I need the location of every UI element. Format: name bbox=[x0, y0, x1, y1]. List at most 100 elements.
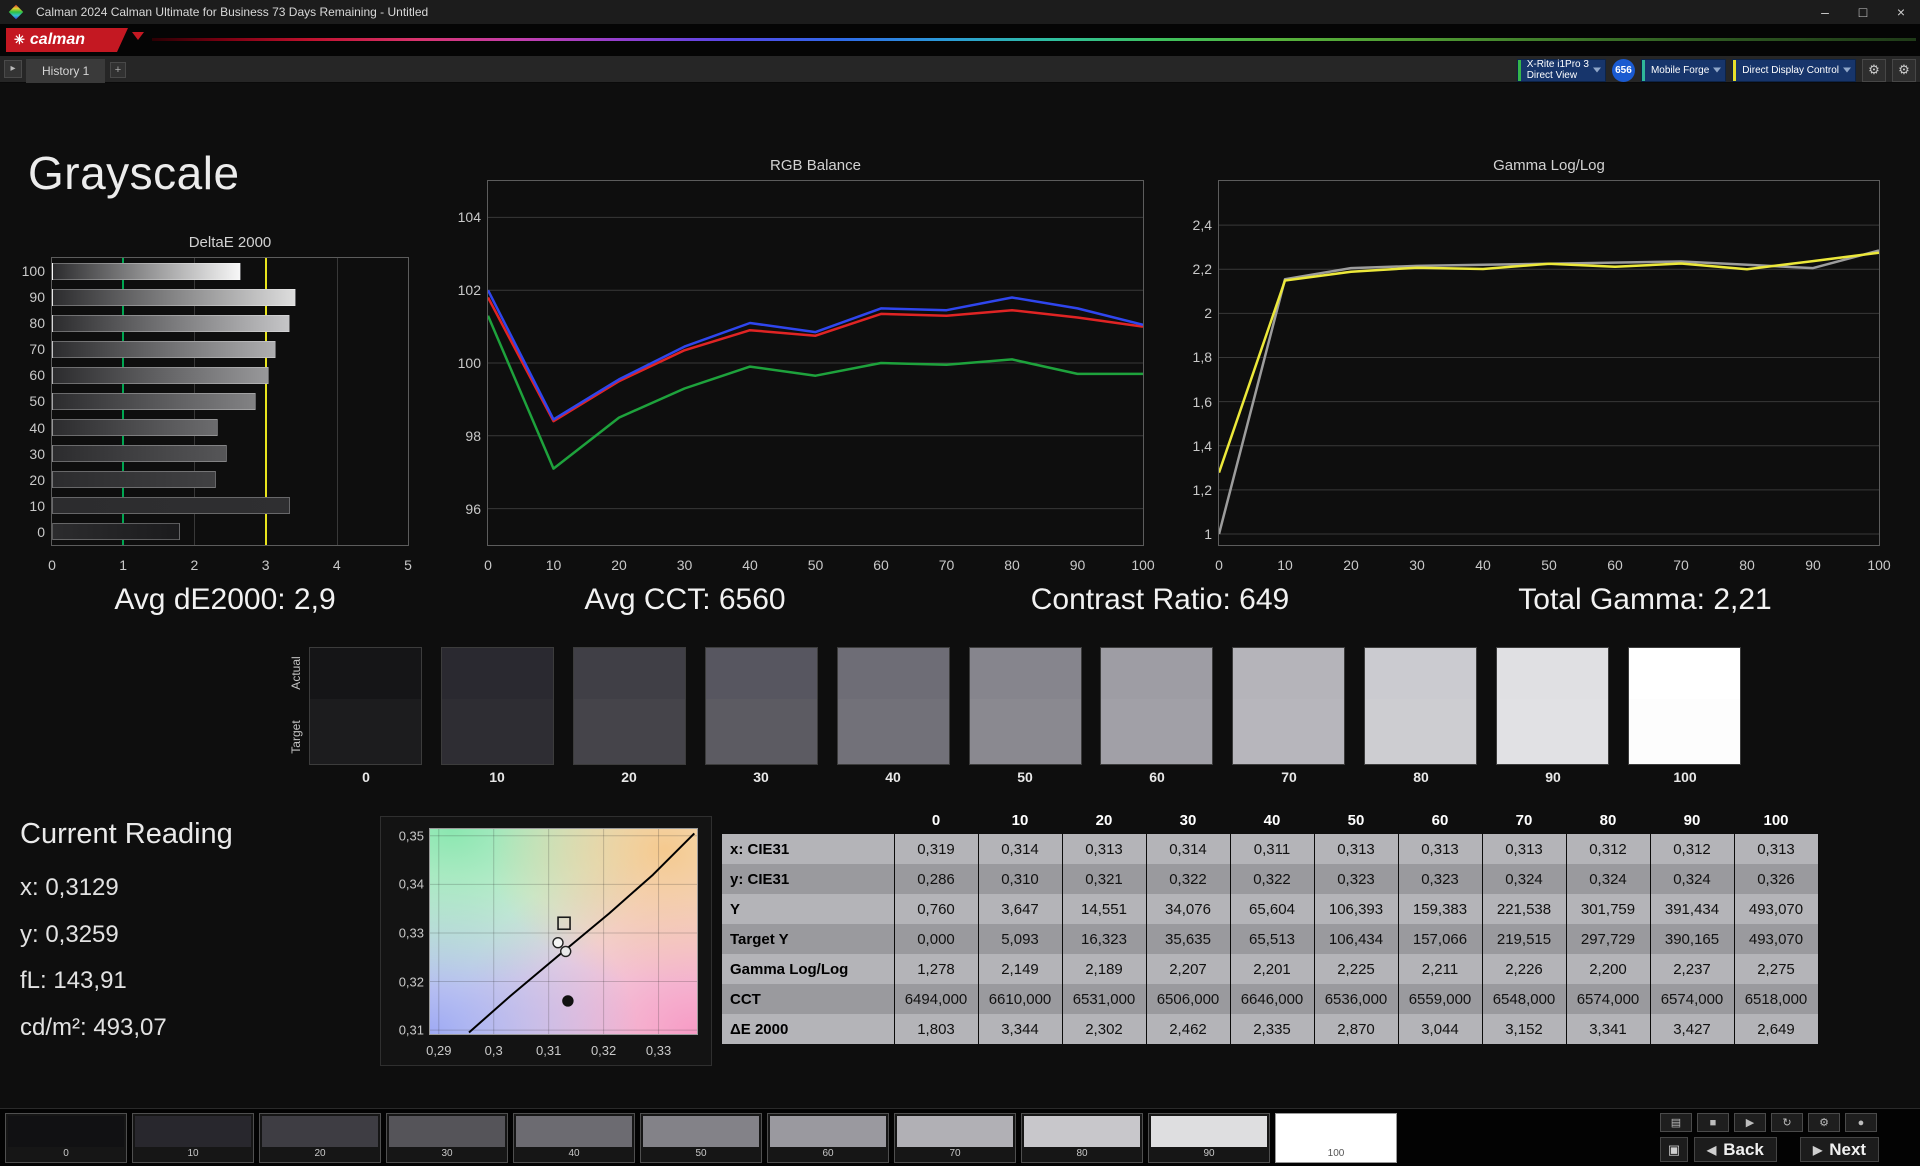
axis-tick-label: 20 bbox=[1343, 557, 1359, 573]
axis-tick-label: 90 bbox=[29, 289, 45, 305]
footer-control-button[interactable]: ● bbox=[1845, 1113, 1877, 1132]
cie-chromaticity-chart: 0,29 0,3 0,31 0,32 0,33 0,35 0,34 0,33 0,32 0,31 bbox=[399, 828, 698, 1058]
table-cell: 1,278 bbox=[894, 954, 979, 984]
main-menu-dropdown-icon[interactable] bbox=[132, 32, 144, 40]
control-icon: ● bbox=[1857, 1116, 1865, 1129]
session-count-badge[interactable]: 656 bbox=[1611, 58, 1635, 82]
axis-tick-label: 30 bbox=[1409, 557, 1425, 573]
history-panel-arrow-icon[interactable]: ▸ bbox=[4, 60, 22, 78]
footer-control-button[interactable]: ■ bbox=[1697, 1113, 1729, 1132]
deltae-bar bbox=[52, 341, 276, 358]
table-row: x: CIE31 0,319 0,314 0,313 0,314 0,311 0,313 0,… bbox=[722, 834, 1819, 864]
actual-patch bbox=[1233, 648, 1344, 700]
actual-patch bbox=[310, 648, 421, 700]
axis-tick-label: 90 bbox=[1805, 557, 1821, 573]
table-cell: 0,313 bbox=[1314, 834, 1399, 864]
settings-button[interactable]: ⚙ bbox=[1862, 58, 1886, 82]
table-cell: 297,729 bbox=[1566, 924, 1651, 954]
axis-tick-label: 0 bbox=[37, 524, 45, 540]
meter-name: X-Rite i1Pro 3 bbox=[1526, 59, 1589, 70]
pattern-level-label: 100 bbox=[1327, 1148, 1345, 1159]
back-button[interactable]: ◀ Back bbox=[1694, 1137, 1777, 1162]
table-cell: 0,314 bbox=[1146, 834, 1231, 864]
deltae-bar bbox=[52, 523, 180, 540]
pattern-level-label: 50 bbox=[695, 1148, 707, 1159]
axis-tick-label: 1,4 bbox=[1192, 437, 1212, 454]
pattern-color-swatch bbox=[8, 1116, 124, 1147]
pattern-level-button[interactable]: 40 bbox=[513, 1113, 635, 1163]
add-tab-icon[interactable]: + bbox=[110, 62, 126, 78]
table-cell: 0,322 bbox=[1146, 864, 1231, 894]
axis-tick-label: 70 bbox=[938, 557, 955, 573]
axis-tick-label: 1 bbox=[1204, 525, 1212, 542]
table-row: ΔE 2000 1,803 3,344 2,302 2,462 2,335 2,870 3,0… bbox=[722, 1014, 1819, 1044]
target-patch bbox=[1101, 699, 1212, 764]
table-cell: 0,322 bbox=[1230, 864, 1315, 894]
table-cell: 0,000 bbox=[894, 924, 979, 954]
table-cell: 6548,000 bbox=[1482, 984, 1567, 1014]
axis-tick-label: 100 bbox=[457, 355, 481, 371]
row-label: y: CIE31 bbox=[722, 864, 895, 894]
pattern-color-swatch bbox=[897, 1116, 1013, 1147]
axis-tick-label: 2,2 bbox=[1192, 261, 1212, 278]
axis-tick-label: 60 bbox=[29, 367, 45, 383]
axis-tick-label: 2 bbox=[1204, 305, 1212, 322]
footer-control-button[interactable]: ↻ bbox=[1771, 1113, 1803, 1132]
next-button[interactable]: ▶ Next bbox=[1800, 1137, 1880, 1162]
calman-logo[interactable]: ✳ calman bbox=[6, 28, 128, 52]
table-cell: 157,066 bbox=[1398, 924, 1483, 954]
footer-control-button[interactable]: ⚙ bbox=[1808, 1113, 1840, 1132]
gray-patch bbox=[1496, 647, 1609, 765]
minimize-icon[interactable]: – bbox=[1806, 0, 1844, 24]
gray-patch bbox=[1364, 647, 1477, 765]
pattern-level-label: 90 bbox=[1203, 1148, 1215, 1159]
gray-level-label: 20 bbox=[621, 769, 637, 785]
actual-patch bbox=[838, 648, 949, 700]
footer-control-button[interactable]: ▶ bbox=[1734, 1113, 1766, 1132]
footer-control-button[interactable]: ▤ bbox=[1660, 1113, 1692, 1132]
table-cell: 3,427 bbox=[1650, 1014, 1735, 1044]
pattern-level-button[interactable]: 70 bbox=[894, 1113, 1016, 1163]
table-cell: 2,226 bbox=[1482, 954, 1567, 984]
pattern-level-button[interactable]: 10 bbox=[132, 1113, 254, 1163]
row-label: ΔE 2000 bbox=[722, 1014, 895, 1044]
app-icon bbox=[8, 4, 24, 20]
column-header: 100 bbox=[1763, 811, 1789, 829]
table-cell: 2,149 bbox=[978, 954, 1063, 984]
display-control-button[interactable]: Direct Display Control bbox=[1732, 58, 1856, 82]
pattern-level-button[interactable]: 100 bbox=[1275, 1113, 1397, 1163]
pattern-color-swatch bbox=[1024, 1116, 1140, 1147]
table-cell: 35,635 bbox=[1146, 924, 1231, 954]
gray-patch bbox=[309, 647, 422, 765]
gray-patch bbox=[441, 647, 554, 765]
actual-row-label: Actual bbox=[289, 656, 303, 690]
pattern-level-button[interactable]: 90 bbox=[1148, 1113, 1270, 1163]
table-cell: 1,803 bbox=[894, 1014, 979, 1044]
pattern-level-button[interactable]: 0 bbox=[5, 1113, 127, 1163]
meter-select-button[interactable]: X-Rite i1Pro 3 Direct View bbox=[1516, 58, 1606, 82]
axis-tick-label: 2 bbox=[190, 557, 199, 573]
table-cell: 6531,000 bbox=[1062, 984, 1147, 1014]
maximize-icon[interactable]: □ bbox=[1844, 0, 1882, 24]
pattern-window-button[interactable]: ▣ bbox=[1660, 1137, 1688, 1162]
table-cell: 0,310 bbox=[978, 864, 1063, 894]
actual-patch bbox=[1101, 648, 1212, 700]
gray-level-label: 100 bbox=[1673, 769, 1697, 785]
tab-history-1[interactable]: History 1 bbox=[26, 59, 106, 83]
reading-cdm2: cd/m²: 493,07 bbox=[20, 1014, 167, 1041]
pattern-level-button[interactable]: 80 bbox=[1021, 1113, 1143, 1163]
target-patch bbox=[442, 699, 553, 764]
total-gamma-stat: Total Gamma: 2,21 bbox=[1518, 583, 1772, 616]
table-cell: 3,341 bbox=[1566, 1014, 1651, 1044]
pattern-level-button[interactable]: 50 bbox=[640, 1113, 762, 1163]
pattern-level-button[interactable]: 60 bbox=[767, 1113, 889, 1163]
table-cell: 2,335 bbox=[1230, 1014, 1315, 1044]
pattern-level-button[interactable]: 30 bbox=[386, 1113, 508, 1163]
close-icon[interactable]: × bbox=[1882, 0, 1920, 24]
client-settings-button[interactable]: ⚙ bbox=[1892, 58, 1916, 82]
table-cell: 0,326 bbox=[1734, 864, 1819, 894]
target-series-line bbox=[1217, 249, 1880, 535]
pattern-source-button[interactable]: Mobile Forge bbox=[1640, 58, 1727, 82]
pattern-level-button[interactable]: 20 bbox=[259, 1113, 381, 1163]
axis-tick-label: 0,32 bbox=[590, 1043, 617, 1058]
